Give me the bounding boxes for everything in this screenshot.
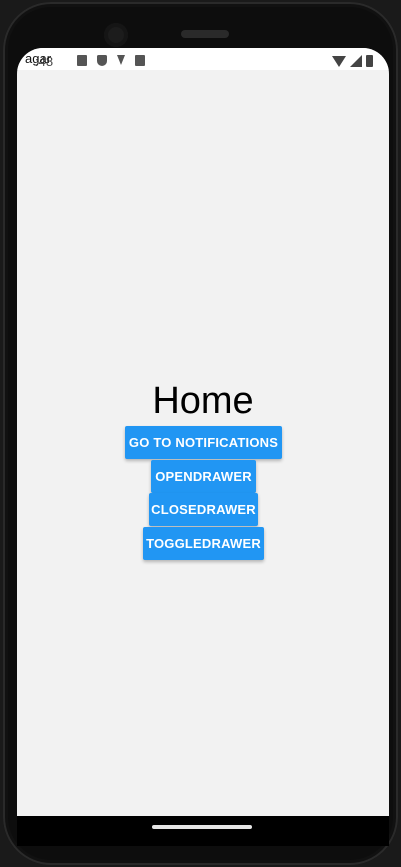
navigation-bar [17, 816, 389, 846]
earpiece-speaker [181, 30, 229, 38]
toggle-drawer-button[interactable]: TOGGLEDRAWER [143, 527, 264, 560]
home-indicator[interactable] [152, 825, 252, 829]
home-content: Home GO TO NOTIFICATIONS OPENDRAWER CLOS… [17, 48, 389, 816]
close-drawer-button[interactable]: CLOSEDRAWER [149, 493, 258, 526]
open-drawer-button[interactable]: OPENDRAWER [151, 460, 256, 493]
page-title: Home [152, 380, 254, 422]
app-screen: :48 agar Home GO TO NOTIFICATIONS OPENDR… [17, 48, 389, 816]
go-to-notifications-button[interactable]: GO TO NOTIFICATIONS [125, 426, 282, 459]
front-camera [104, 23, 128, 47]
